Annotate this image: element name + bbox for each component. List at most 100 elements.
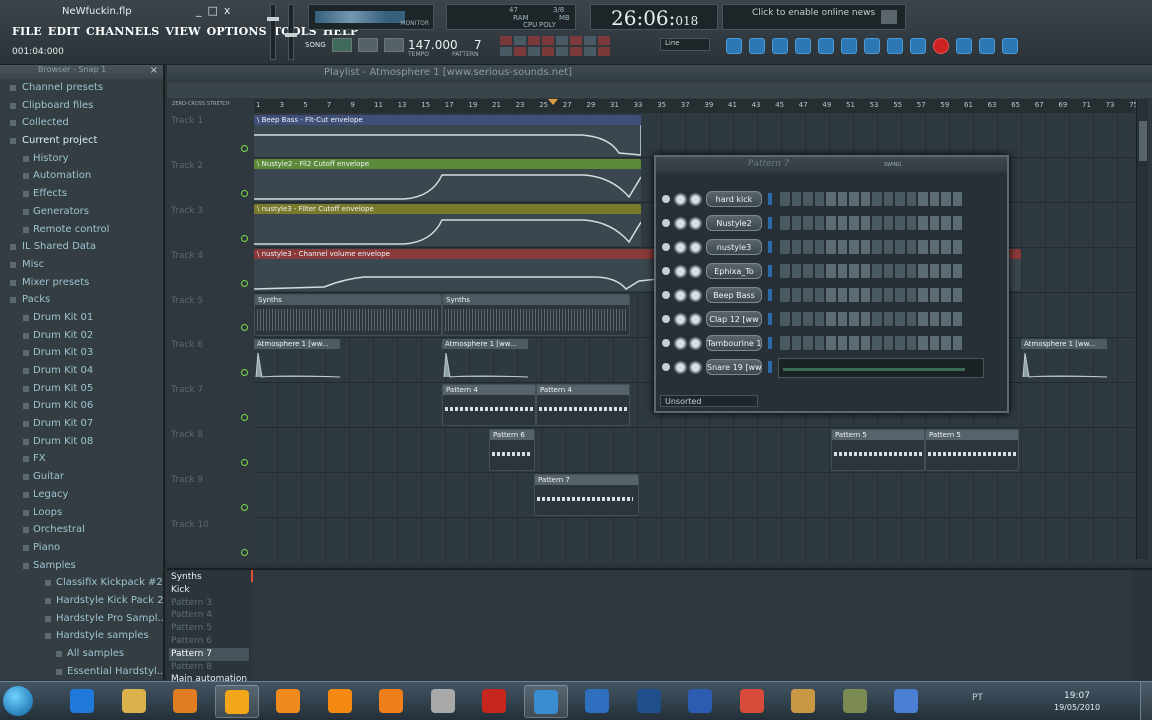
pattern-clip[interactable]: Pattern 6	[489, 429, 535, 471]
step-button[interactable]	[849, 288, 859, 302]
step-button[interactable]	[883, 216, 893, 230]
channel-mute-toggle[interactable]	[662, 339, 670, 347]
taskbar-app-button[interactable]	[214, 685, 259, 718]
taskbar-app-button[interactable]	[730, 685, 774, 718]
taskbar-app-button[interactable]	[266, 685, 310, 718]
record-icon[interactable]	[933, 38, 949, 54]
step-button[interactable]	[941, 264, 951, 278]
taskbar-app-button[interactable]	[523, 685, 568, 718]
step-button[interactable]	[952, 336, 962, 350]
volume-knob[interactable]	[689, 337, 702, 350]
step-button[interactable]	[803, 312, 813, 326]
song-time-display[interactable]: 26:06:018	[590, 4, 718, 30]
browser-item[interactable]: Remote control	[0, 221, 163, 239]
audio-clip[interactable]: Atmosphere 1 [ww...	[1021, 339, 1107, 381]
track-header[interactable]: Track 5	[167, 293, 253, 338]
channel-button[interactable]: Tambourine 1	[706, 335, 762, 351]
step-button[interactable]	[883, 192, 893, 206]
record-button[interactable]	[383, 38, 404, 52]
browser-item[interactable]: Hardstyle Pro Sampl...	[0, 610, 163, 628]
browser-item[interactable]: Loops	[0, 504, 163, 522]
browser-item[interactable]: Essential Hardstyl...	[0, 663, 163, 680]
step-button[interactable]	[918, 240, 928, 254]
browser-item[interactable]: History	[0, 150, 163, 168]
step-button[interactable]	[803, 336, 813, 350]
step-button[interactable]	[952, 288, 962, 302]
step-button[interactable]	[929, 336, 939, 350]
step-button[interactable]	[929, 264, 939, 278]
taskbar-app-button[interactable]	[627, 685, 671, 718]
browser-close-icon[interactable]: ×	[150, 65, 158, 76]
pan-knob[interactable]	[674, 361, 687, 374]
browser-item[interactable]: Drum Kit 02	[0, 327, 163, 345]
page-icon[interactable]	[864, 38, 880, 54]
step-button[interactable]	[860, 216, 870, 230]
pattern-clip[interactable]: Pattern 5	[831, 429, 925, 471]
step-button[interactable]	[837, 240, 847, 254]
menu-options[interactable]: OPTIONS	[207, 25, 267, 38]
browser-item[interactable]: Current project	[0, 132, 163, 150]
step-sequencer-titlebar[interactable]: Pattern 7 SWING	[656, 157, 1007, 173]
channel-mute-toggle[interactable]	[662, 195, 670, 203]
channel-select-indicator[interactable]	[768, 361, 772, 373]
step-button[interactable]	[814, 240, 824, 254]
step-button[interactable]	[849, 240, 859, 254]
option-toggle[interactable]	[556, 36, 568, 45]
browser-item[interactable]: Generators	[0, 203, 163, 221]
step-button[interactable]	[895, 192, 905, 206]
browser-item[interactable]: Legacy	[0, 486, 163, 504]
option-toggle[interactable]	[584, 47, 596, 56]
step-button[interactable]	[883, 336, 893, 350]
taskbar-app-button[interactable]	[833, 685, 877, 718]
step-button[interactable]	[826, 216, 836, 230]
step-button[interactable]	[780, 240, 790, 254]
automation-clip[interactable]: \ Nustyle2 - Fil2 Cutoff envelope	[254, 159, 641, 201]
step-button[interactable]	[837, 288, 847, 302]
browser-item[interactable]: IL Shared Data	[0, 238, 163, 256]
step-button[interactable]	[906, 192, 916, 206]
taskbar-app-button[interactable]	[112, 685, 156, 718]
pan-knob[interactable]	[674, 193, 687, 206]
step-button[interactable]	[952, 216, 962, 230]
tempo-value[interactable]: 147.000	[408, 38, 458, 52]
option-toggle[interactable]	[528, 36, 540, 45]
step-button[interactable]	[814, 264, 824, 278]
browser-item[interactable]: Collected	[0, 114, 163, 132]
step-button[interactable]	[803, 240, 813, 254]
step-button[interactable]	[895, 336, 905, 350]
taskbar-app-button[interactable]	[472, 685, 516, 718]
channel-button[interactable]: Beep Bass	[706, 287, 762, 303]
browser-item[interactable]: Packs	[0, 291, 163, 309]
audio-clip[interactable]: Atmosphere 1 [ww...	[254, 339, 340, 381]
step-button[interactable]	[883, 240, 893, 254]
brush-icon[interactable]	[818, 38, 834, 54]
browser-item[interactable]: Drum Kit 01	[0, 309, 163, 327]
channel-select-indicator[interactable]	[768, 289, 772, 301]
stop-button[interactable]	[357, 38, 378, 52]
taskbar-app-button[interactable]	[884, 685, 928, 718]
step-button[interactable]	[952, 192, 962, 206]
browser-item[interactable]: Drum Kit 08	[0, 433, 163, 451]
step-button[interactable]	[883, 312, 893, 326]
step-button[interactable]	[918, 216, 928, 230]
clock-time[interactable]: 19:07	[1064, 691, 1090, 701]
show-desktop-button[interactable]	[1140, 682, 1152, 720]
step-button[interactable]	[791, 312, 801, 326]
channel-mute-toggle[interactable]	[662, 267, 670, 275]
clock-date[interactable]: 19/05/2010	[1054, 703, 1100, 712]
browser-item[interactable]: Piano	[0, 539, 163, 557]
step-button[interactable]	[906, 312, 916, 326]
step-button[interactable]	[906, 336, 916, 350]
step-button[interactable]	[860, 312, 870, 326]
volume-knob[interactable]	[689, 265, 702, 278]
open-file-icon[interactable]	[772, 38, 788, 54]
step-button[interactable]	[780, 312, 790, 326]
track-header[interactable]: Track 2	[167, 158, 253, 203]
browser-item[interactable]: Drum Kit 04	[0, 362, 163, 380]
channel-select-indicator[interactable]	[768, 217, 772, 229]
taskbar-app-button[interactable]	[318, 685, 362, 718]
taskbar-app-button[interactable]	[678, 685, 722, 718]
graph-editor[interactable]	[778, 358, 984, 378]
play-button[interactable]	[331, 38, 352, 52]
step-button[interactable]	[837, 312, 847, 326]
